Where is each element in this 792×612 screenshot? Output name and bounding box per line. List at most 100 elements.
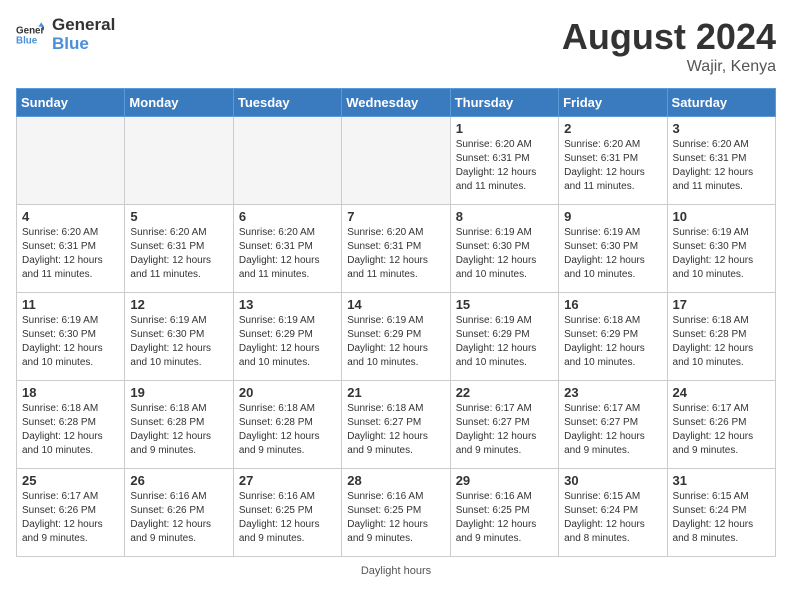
calendar-cell (17, 117, 125, 205)
calendar-cell: 9 Sunrise: 6:19 AM Sunset: 6:30 PM Dayli… (559, 205, 667, 293)
day-number: 23 (564, 385, 661, 400)
day-info: Sunrise: 6:20 AM Sunset: 6:31 PM Dayligh… (456, 138, 553, 194)
week-row-3: 11 Sunrise: 6:19 AM Sunset: 6:30 PM Dayl… (17, 293, 776, 381)
calendar-cell: 26 Sunrise: 6:16 AM Sunset: 6:26 PM Dayl… (125, 469, 233, 557)
day-info: Sunrise: 6:18 AM Sunset: 6:28 PM Dayligh… (673, 314, 770, 370)
day-info: Sunrise: 6:20 AM Sunset: 6:31 PM Dayligh… (239, 226, 336, 282)
calendar-cell: 3 Sunrise: 6:20 AM Sunset: 6:31 PM Dayli… (667, 117, 775, 205)
day-header-wednesday: Wednesday (342, 89, 450, 117)
calendar-cell: 15 Sunrise: 6:19 AM Sunset: 6:29 PM Dayl… (450, 293, 558, 381)
day-number: 22 (456, 385, 553, 400)
day-info: Sunrise: 6:19 AM Sunset: 6:30 PM Dayligh… (456, 226, 553, 282)
day-number: 17 (673, 297, 770, 312)
day-header-sunday: Sunday (17, 89, 125, 117)
calendar-cell: 1 Sunrise: 6:20 AM Sunset: 6:31 PM Dayli… (450, 117, 558, 205)
day-info: Sunrise: 6:16 AM Sunset: 6:25 PM Dayligh… (239, 490, 336, 546)
week-row-1: 1 Sunrise: 6:20 AM Sunset: 6:31 PM Dayli… (17, 117, 776, 205)
logo-general: General (52, 16, 115, 35)
day-number: 16 (564, 297, 661, 312)
calendar-cell: 13 Sunrise: 6:19 AM Sunset: 6:29 PM Dayl… (233, 293, 341, 381)
day-number: 15 (456, 297, 553, 312)
calendar-cell: 20 Sunrise: 6:18 AM Sunset: 6:28 PM Dayl… (233, 381, 341, 469)
calendar-cell: 17 Sunrise: 6:18 AM Sunset: 6:28 PM Dayl… (667, 293, 775, 381)
calendar-header-row: SundayMondayTuesdayWednesdayThursdayFrid… (17, 89, 776, 117)
day-info: Sunrise: 6:20 AM Sunset: 6:31 PM Dayligh… (22, 226, 119, 282)
day-header-monday: Monday (125, 89, 233, 117)
day-number: 26 (130, 473, 227, 488)
calendar-cell: 8 Sunrise: 6:19 AM Sunset: 6:30 PM Dayli… (450, 205, 558, 293)
calendar-cell: 27 Sunrise: 6:16 AM Sunset: 6:25 PM Dayl… (233, 469, 341, 557)
day-info: Sunrise: 6:18 AM Sunset: 6:28 PM Dayligh… (239, 402, 336, 458)
day-header-thursday: Thursday (450, 89, 558, 117)
day-number: 7 (347, 209, 444, 224)
calendar-cell: 21 Sunrise: 6:18 AM Sunset: 6:27 PM Dayl… (342, 381, 450, 469)
title-block: August 2024 Wajir, Kenya (562, 16, 776, 76)
footer: Daylight hours (16, 565, 776, 577)
day-number: 31 (673, 473, 770, 488)
month-title: August 2024 (562, 16, 776, 58)
day-number: 1 (456, 121, 553, 136)
day-number: 28 (347, 473, 444, 488)
day-number: 25 (22, 473, 119, 488)
day-number: 4 (22, 209, 119, 224)
day-number: 27 (239, 473, 336, 488)
day-number: 19 (130, 385, 227, 400)
week-row-2: 4 Sunrise: 6:20 AM Sunset: 6:31 PM Dayli… (17, 205, 776, 293)
calendar-cell: 7 Sunrise: 6:20 AM Sunset: 6:31 PM Dayli… (342, 205, 450, 293)
day-number: 24 (673, 385, 770, 400)
day-info: Sunrise: 6:20 AM Sunset: 6:31 PM Dayligh… (130, 226, 227, 282)
logo-icon: General Blue (16, 21, 44, 49)
day-info: Sunrise: 6:18 AM Sunset: 6:28 PM Dayligh… (22, 402, 119, 458)
day-info: Sunrise: 6:20 AM Sunset: 6:31 PM Dayligh… (564, 138, 661, 194)
logo: General Blue General Blue (16, 16, 115, 53)
day-number: 12 (130, 297, 227, 312)
day-info: Sunrise: 6:17 AM Sunset: 6:27 PM Dayligh… (456, 402, 553, 458)
day-number: 13 (239, 297, 336, 312)
day-info: Sunrise: 6:19 AM Sunset: 6:30 PM Dayligh… (564, 226, 661, 282)
day-info: Sunrise: 6:16 AM Sunset: 6:25 PM Dayligh… (347, 490, 444, 546)
calendar-cell: 31 Sunrise: 6:15 AM Sunset: 6:24 PM Dayl… (667, 469, 775, 557)
calendar-cell: 30 Sunrise: 6:15 AM Sunset: 6:24 PM Dayl… (559, 469, 667, 557)
day-info: Sunrise: 6:19 AM Sunset: 6:30 PM Dayligh… (673, 226, 770, 282)
page-header: General Blue General Blue August 2024 Wa… (16, 16, 776, 76)
day-number: 20 (239, 385, 336, 400)
day-number: 21 (347, 385, 444, 400)
calendar-cell: 16 Sunrise: 6:18 AM Sunset: 6:29 PM Dayl… (559, 293, 667, 381)
calendar-cell: 24 Sunrise: 6:17 AM Sunset: 6:26 PM Dayl… (667, 381, 775, 469)
day-number: 8 (456, 209, 553, 224)
day-info: Sunrise: 6:16 AM Sunset: 6:26 PM Dayligh… (130, 490, 227, 546)
day-header-tuesday: Tuesday (233, 89, 341, 117)
day-number: 10 (673, 209, 770, 224)
calendar-cell: 28 Sunrise: 6:16 AM Sunset: 6:25 PM Dayl… (342, 469, 450, 557)
week-row-4: 18 Sunrise: 6:18 AM Sunset: 6:28 PM Dayl… (17, 381, 776, 469)
day-info: Sunrise: 6:19 AM Sunset: 6:29 PM Dayligh… (347, 314, 444, 370)
day-number: 18 (22, 385, 119, 400)
calendar-cell: 19 Sunrise: 6:18 AM Sunset: 6:28 PM Dayl… (125, 381, 233, 469)
calendar-cell: 12 Sunrise: 6:19 AM Sunset: 6:30 PM Dayl… (125, 293, 233, 381)
calendar-cell: 29 Sunrise: 6:16 AM Sunset: 6:25 PM Dayl… (450, 469, 558, 557)
calendar-cell: 23 Sunrise: 6:17 AM Sunset: 6:27 PM Dayl… (559, 381, 667, 469)
day-number: 29 (456, 473, 553, 488)
day-number: 30 (564, 473, 661, 488)
day-header-friday: Friday (559, 89, 667, 117)
location: Wajir, Kenya (562, 58, 776, 76)
day-info: Sunrise: 6:16 AM Sunset: 6:25 PM Dayligh… (456, 490, 553, 546)
calendar-cell (233, 117, 341, 205)
week-row-5: 25 Sunrise: 6:17 AM Sunset: 6:26 PM Dayl… (17, 469, 776, 557)
day-info: Sunrise: 6:18 AM Sunset: 6:28 PM Dayligh… (130, 402, 227, 458)
calendar-cell: 25 Sunrise: 6:17 AM Sunset: 6:26 PM Dayl… (17, 469, 125, 557)
calendar-table: SundayMondayTuesdayWednesdayThursdayFrid… (16, 88, 776, 557)
day-info: Sunrise: 6:15 AM Sunset: 6:24 PM Dayligh… (673, 490, 770, 546)
calendar-cell: 11 Sunrise: 6:19 AM Sunset: 6:30 PM Dayl… (17, 293, 125, 381)
calendar-cell: 18 Sunrise: 6:18 AM Sunset: 6:28 PM Dayl… (17, 381, 125, 469)
day-info: Sunrise: 6:19 AM Sunset: 6:30 PM Dayligh… (22, 314, 119, 370)
calendar-cell: 4 Sunrise: 6:20 AM Sunset: 6:31 PM Dayli… (17, 205, 125, 293)
calendar-cell: 14 Sunrise: 6:19 AM Sunset: 6:29 PM Dayl… (342, 293, 450, 381)
day-number: 6 (239, 209, 336, 224)
day-info: Sunrise: 6:17 AM Sunset: 6:27 PM Dayligh… (564, 402, 661, 458)
calendar-cell: 6 Sunrise: 6:20 AM Sunset: 6:31 PM Dayli… (233, 205, 341, 293)
day-info: Sunrise: 6:15 AM Sunset: 6:24 PM Dayligh… (564, 490, 661, 546)
day-info: Sunrise: 6:19 AM Sunset: 6:29 PM Dayligh… (239, 314, 336, 370)
day-number: 11 (22, 297, 119, 312)
day-info: Sunrise: 6:18 AM Sunset: 6:27 PM Dayligh… (347, 402, 444, 458)
